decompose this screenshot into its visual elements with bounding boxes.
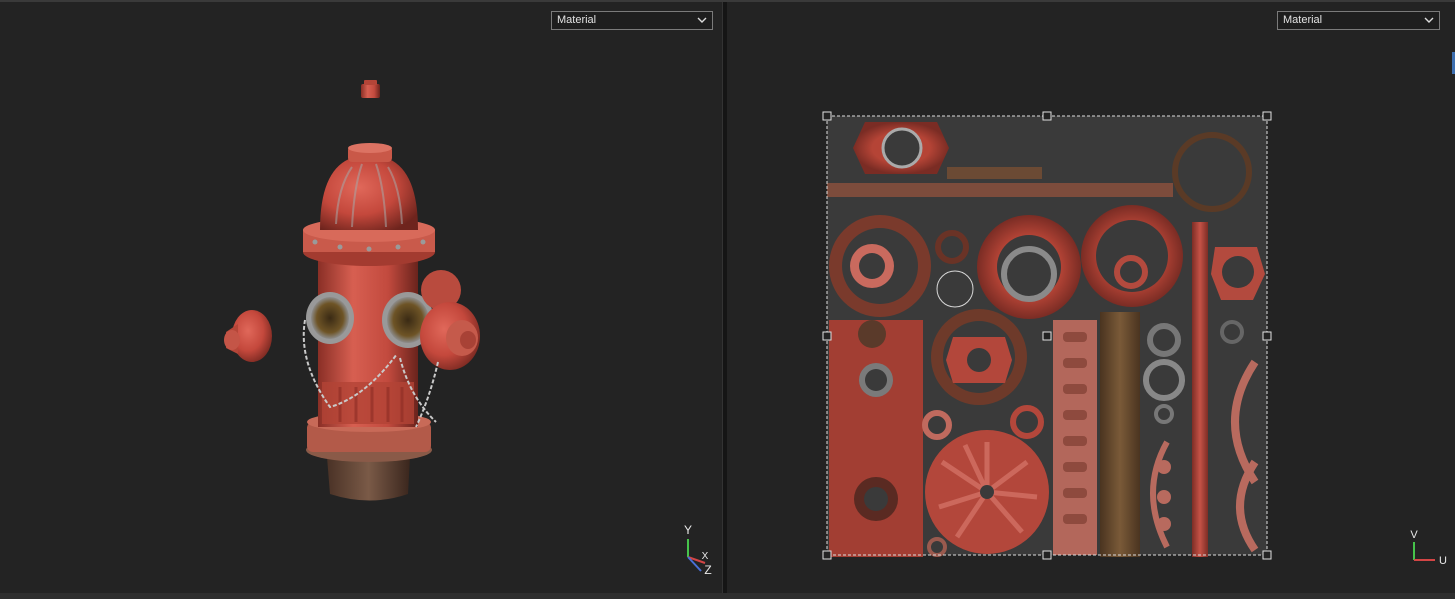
uv-layout-scene <box>822 111 1272 560</box>
3d-viewport[interactable]: Material Y X Z <box>0 2 722 593</box>
axis-x-label: X <box>702 551 709 562</box>
uv-viewport[interactable]: Material V U <box>727 2 1455 593</box>
shading-mode-select[interactable]: Material <box>551 11 713 30</box>
shading-mode-value: Material <box>557 14 597 26</box>
uv-editor-app: Material Y X Z Material V U <box>0 0 1455 599</box>
uv-axis-gizmo: V U <box>1410 529 1447 567</box>
chevron-down-icon <box>1424 17 1434 23</box>
floating-cap <box>361 80 380 98</box>
axis-u-label: U <box>1439 555 1447 567</box>
bottom-strip <box>0 593 1455 599</box>
axis-v-label: V <box>1410 529 1418 541</box>
axis-z-label: Z <box>704 563 711 577</box>
hydrant-dome <box>320 143 418 230</box>
uv-shading-mode-select[interactable]: Material <box>1277 11 1440 30</box>
side-cap-right <box>420 270 480 370</box>
floating-side-cap <box>224 310 272 362</box>
hydrant-scene <box>224 80 480 501</box>
axis-y-label: Y <box>684 523 692 537</box>
chevron-down-icon <box>697 17 707 23</box>
uv-shading-mode-value: Material <box>1283 14 1323 26</box>
xyz-axis-gizmo: Y X Z <box>684 523 712 577</box>
